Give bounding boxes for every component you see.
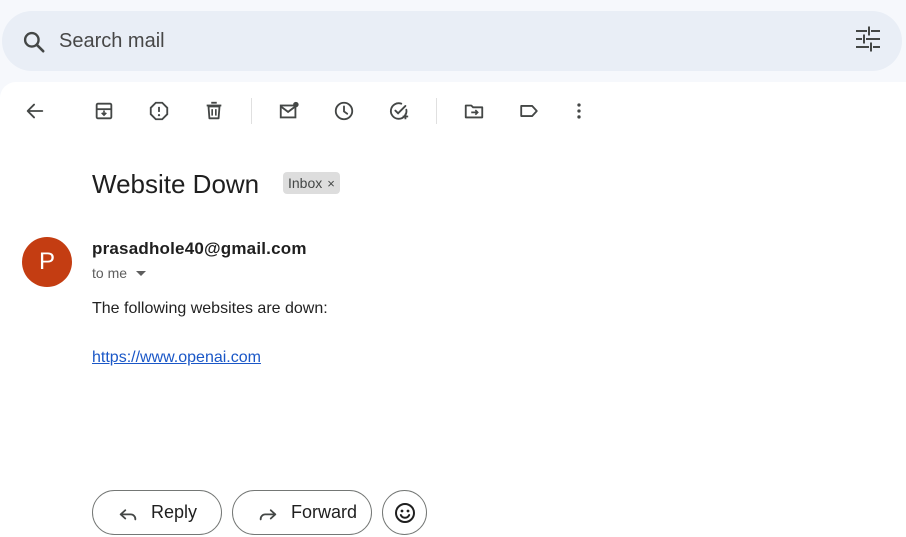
search-icon[interactable] [21, 29, 47, 55]
sender-email[interactable]: prasadhole40@gmail.com [92, 239, 307, 259]
recipient-text: to me [92, 265, 128, 281]
recipient-details[interactable]: to me [92, 265, 147, 281]
forward-icon [259, 508, 277, 520]
more-vert-icon[interactable] [562, 94, 596, 128]
move-to-icon[interactable] [457, 94, 491, 128]
report-spam-icon[interactable] [142, 94, 176, 128]
email-body-link[interactable]: https://www.openai.com [92, 349, 261, 367]
snooze-icon[interactable] [327, 94, 361, 128]
remove-label-icon[interactable]: × [327, 176, 335, 191]
toolbar-divider [436, 98, 437, 124]
delete-icon[interactable] [197, 94, 231, 128]
forward-label: Forward [291, 502, 358, 522]
label-icon[interactable] [512, 94, 546, 128]
add-task-icon[interactable] [382, 94, 416, 128]
toolbar-divider [251, 98, 252, 124]
email-subject: Website Down [92, 169, 260, 199]
inbox-label-chip[interactable]: Inbox × [283, 172, 340, 194]
search-bar[interactable]: Search mail [2, 11, 902, 71]
mark-unread-icon[interactable] [272, 94, 306, 128]
back-arrow-icon[interactable] [18, 94, 52, 128]
archive-icon[interactable] [87, 94, 121, 128]
emoji-reaction-button[interactable] [382, 490, 427, 535]
search-input[interactable]: Search mail [59, 30, 165, 52]
reply-label: Reply [151, 502, 198, 522]
search-options-icon[interactable] [854, 26, 882, 52]
email-body-text: The following websites are down: [92, 300, 328, 317]
reply-button[interactable]: Reply [92, 490, 222, 535]
emoji-icon [394, 502, 415, 523]
label-text: Inbox [288, 175, 323, 191]
forward-button[interactable]: Forward [232, 490, 372, 535]
reply-icon [119, 508, 137, 520]
sender-avatar[interactable]: P [22, 237, 72, 287]
gmail-page: Search mail Website Down Inbox × P prasa… [0, 0, 906, 537]
chevron-down-icon[interactable] [136, 271, 147, 276]
email-view: Website Down Inbox × P prasadhole40@gmai… [0, 82, 906, 537]
